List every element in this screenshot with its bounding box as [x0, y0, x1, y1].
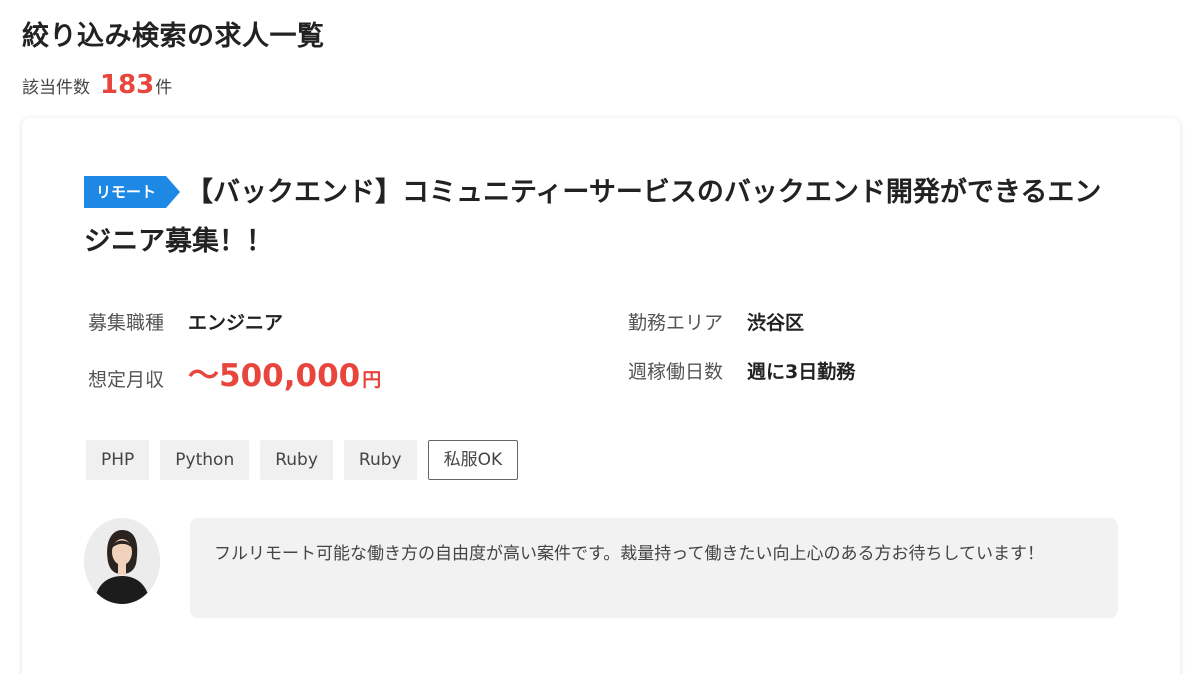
job-category: 募集職種 エンジニア — [88, 308, 283, 335]
work-area-label: 勤務エリア — [628, 312, 724, 334]
result-count-unit: 件 — [155, 78, 173, 98]
result-count-label: 該当件数 — [22, 78, 90, 98]
job-category-value: エンジニア — [188, 312, 284, 334]
skill-tag: Ruby — [343, 440, 417, 480]
result-count-value: 183 — [100, 70, 155, 100]
monthly-salary: 想定月収 〜500,000 円 — [88, 350, 381, 395]
result-count: 該当件数 183 件 — [22, 70, 172, 100]
job-category-label: 募集職種 — [88, 312, 165, 334]
job-title[interactable]: リモート 【バックエンド】コミュニティーサービスのバックエンド開発ができるエンジニ… — [84, 168, 1124, 266]
recruiter-comment: フルリモート可能な働き方の自由度が高い案件です。裁量持って働きたい向上心のある方… — [190, 518, 1118, 618]
job-card[interactable]: リモート 【バックエンド】コミュニティーサービスのバックエンド開発ができるエンジニ… — [22, 118, 1180, 674]
dress-code-tag: 私服OK — [427, 440, 519, 480]
weekly-workdays: 週稼働日数 週に3日勤務 — [628, 357, 855, 384]
remote-badge: リモート — [84, 176, 181, 208]
monthly-salary-unit: 円 — [362, 369, 382, 391]
skill-tag: PHP — [86, 440, 150, 480]
person-icon — [84, 518, 160, 604]
skill-tags: PHP Python Ruby Ruby 私服OK — [86, 440, 519, 480]
work-area: 勤務エリア 渋谷区 — [628, 308, 804, 335]
weekly-workdays-label: 週稼働日数 — [628, 361, 724, 383]
work-area-value: 渋谷区 — [747, 312, 805, 334]
weekly-workdays-value: 週に3日勤務 — [747, 361, 856, 383]
recruiter-avatar — [84, 518, 160, 604]
monthly-salary-label: 想定月収 — [88, 369, 165, 391]
job-title-text[interactable]: 【バックエンド】コミュニティーサービスのバックエンド開発ができるエンジニア募集！… — [84, 177, 1101, 257]
page-title: 絞り込み検索の求人一覧 — [22, 21, 325, 52]
skill-tag: Python — [160, 440, 250, 480]
skill-tag: Ruby — [260, 440, 333, 480]
monthly-salary-value: 〜500,000 — [188, 358, 361, 394]
